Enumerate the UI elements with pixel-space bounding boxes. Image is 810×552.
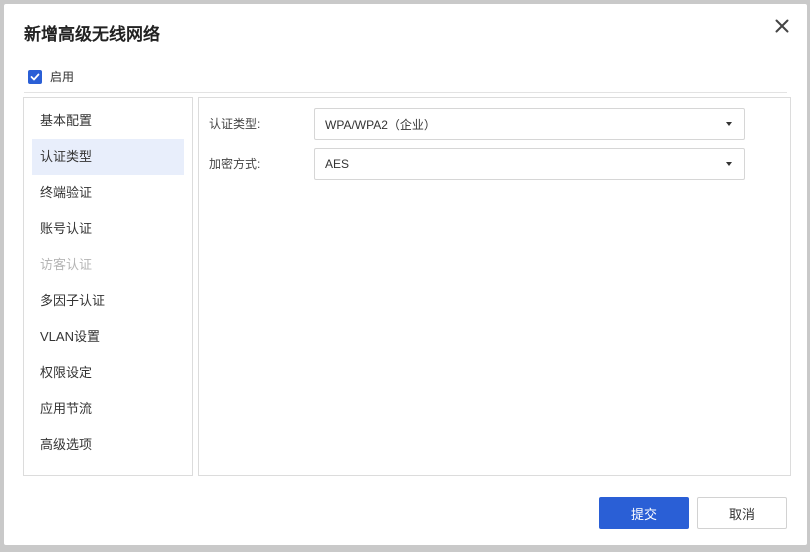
sidebar-item-guest-auth: 访客认证 bbox=[40, 257, 93, 272]
divider bbox=[24, 92, 787, 93]
sidebar-item-basic-config[interactable]: 基本配置 bbox=[32, 103, 184, 139]
close-button[interactable] bbox=[770, 14, 794, 38]
dialog: 新增高级无线网络 启用 基本配置 认证类型 终端验证 账号认证 访客认证 多因子… bbox=[4, 4, 807, 545]
sidebar-item-advanced[interactable]: 高级选项 bbox=[32, 427, 184, 463]
caret-down-icon bbox=[726, 122, 732, 126]
sidebar-item-permissions[interactable]: 权限设定 bbox=[32, 355, 184, 391]
content-panel: 认证类型: WPA/WPA2（企业） 加密方式: AES bbox=[198, 97, 791, 476]
dialog-title: 新增高级无线网络 bbox=[24, 25, 160, 44]
sidebar-item-account-auth[interactable]: 账号认证 bbox=[32, 211, 184, 247]
enable-checkbox[interactable] bbox=[28, 69, 42, 84]
cancel-button[interactable]: 取消 bbox=[697, 497, 787, 529]
close-icon bbox=[775, 19, 789, 33]
sidebar-item-terminal-verify[interactable]: 终端验证 bbox=[32, 175, 184, 211]
watermark: 大数跨境 bbox=[6, 525, 92, 546]
sidebar-item-vlan[interactable]: VLAN设置 bbox=[32, 319, 184, 355]
auth-type-label: 认证类型: bbox=[209, 117, 261, 131]
encryption-select[interactable]: AES bbox=[314, 148, 745, 180]
submit-button[interactable]: 提交 bbox=[599, 497, 689, 529]
sidebar-item-app-throttle[interactable]: 应用节流 bbox=[32, 391, 184, 427]
encryption-value: AES bbox=[325, 157, 350, 171]
enable-row: 启用 bbox=[28, 68, 74, 85]
caret-down-icon bbox=[726, 162, 732, 166]
sidebar-item-mfa[interactable]: 多因子认证 bbox=[32, 283, 184, 319]
watermark-text: 大数跨境 bbox=[36, 527, 92, 544]
sidebar: 基本配置 认证类型 终端验证 账号认证 访客认证 多因子认证 VLAN设置 权限… bbox=[23, 97, 193, 476]
auth-type-select[interactable]: WPA/WPA2（企业） bbox=[314, 108, 745, 140]
watermark-logo-icon bbox=[6, 525, 32, 546]
enable-label: 启用 bbox=[50, 70, 75, 84]
auth-type-value: WPA/WPA2（企业） bbox=[325, 117, 436, 132]
encryption-label: 加密方式: bbox=[209, 157, 261, 171]
check-icon bbox=[30, 73, 40, 80]
sidebar-item-auth-type[interactable]: 认证类型 bbox=[32, 139, 184, 175]
